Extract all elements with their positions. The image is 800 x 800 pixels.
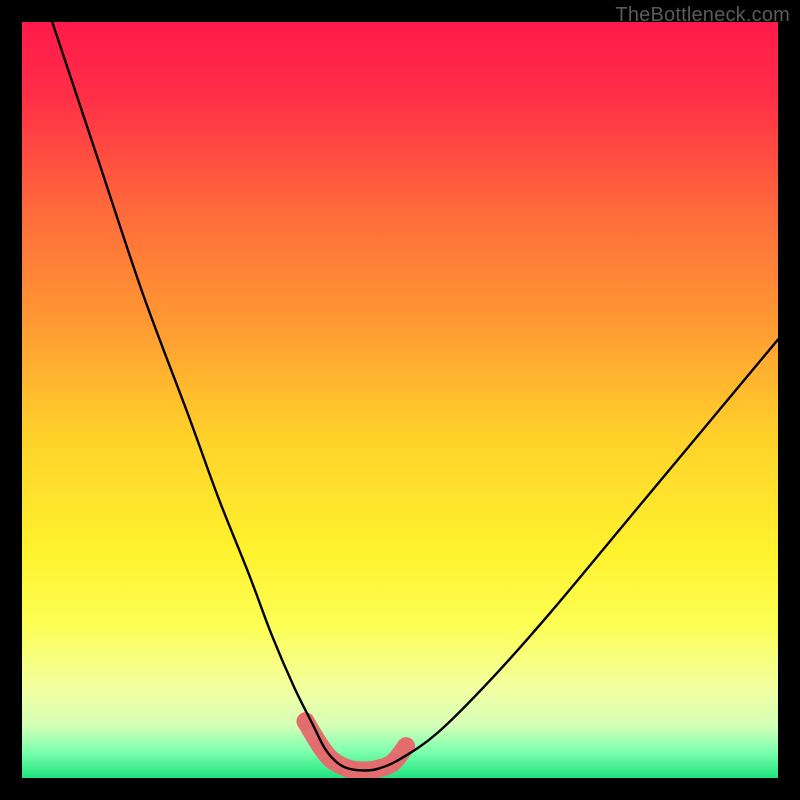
watermark-text: TheBottleneck.com (615, 4, 790, 27)
plot-area (22, 22, 778, 778)
bottleneck-curve (22, 22, 778, 778)
chart-frame: TheBottleneck.com (0, 0, 800, 800)
